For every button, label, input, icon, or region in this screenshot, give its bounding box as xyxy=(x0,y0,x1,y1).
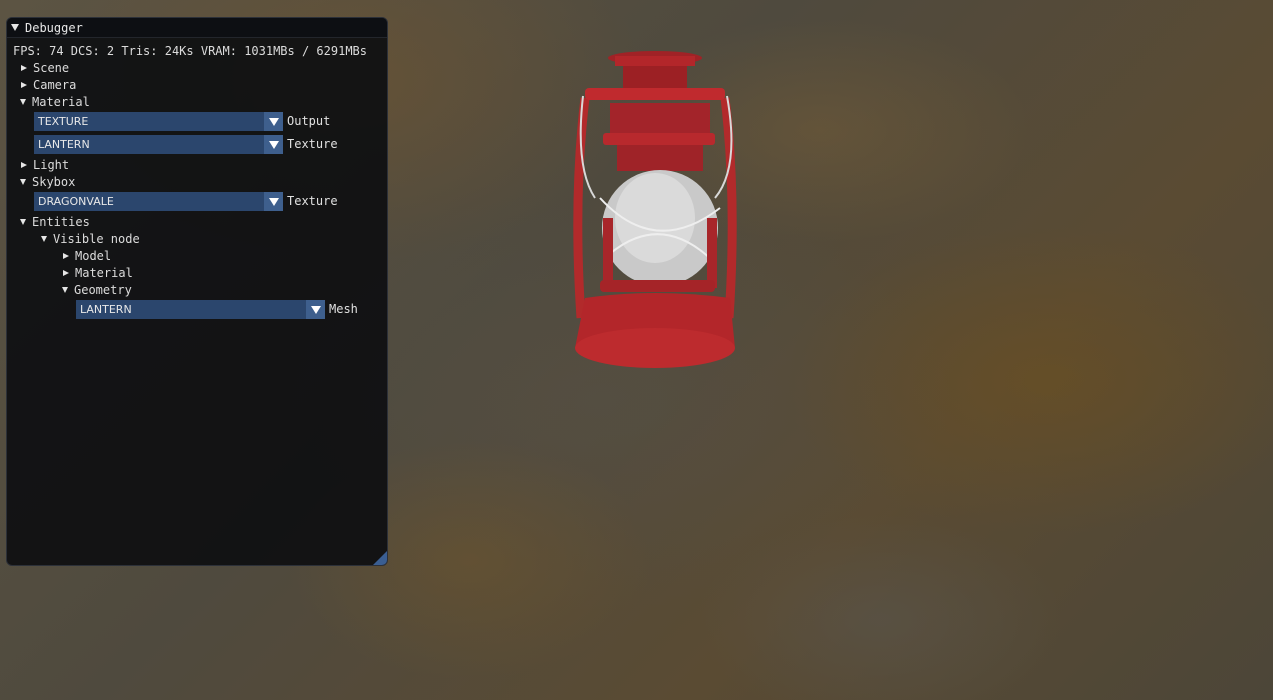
tree-node-label: Visible node xyxy=(53,231,140,246)
dropdown-arrow-icon xyxy=(268,197,279,206)
combo-value: DRAGONVALE xyxy=(38,195,114,208)
combo-value: LANTERN xyxy=(38,138,90,151)
tree-node-light[interactable]: Light xyxy=(21,156,69,173)
collapse-arrow-icon[interactable] xyxy=(11,24,19,31)
collapse-arrow-icon xyxy=(20,218,26,225)
material-output-label: Output xyxy=(287,114,331,128)
debugger-window: Debugger FPS: 74 DCS: 2 Tris: 24Ks VRAM:… xyxy=(6,17,388,566)
debugger-titlebar[interactable]: Debugger xyxy=(7,18,387,38)
combo-button[interactable] xyxy=(264,135,283,154)
tree-node-model[interactable]: Model xyxy=(63,247,111,264)
tree-node-label: Entities xyxy=(32,214,90,229)
tree-node-visible-node[interactable]: Visible node xyxy=(41,230,140,247)
geometry-mesh-combo[interactable]: LANTERN xyxy=(76,300,325,319)
tree-node-skybox[interactable]: Skybox xyxy=(20,173,75,190)
tree-node-camera[interactable]: Camera xyxy=(21,76,76,93)
expand-arrow-icon xyxy=(21,161,27,168)
lantern-model xyxy=(573,51,737,368)
collapse-arrow-icon xyxy=(62,286,68,293)
skybox-texture-combo[interactable]: DRAGONVALE xyxy=(34,192,283,211)
expand-arrow-icon xyxy=(21,81,27,88)
material-output-combo[interactable]: TEXTURE xyxy=(34,112,283,131)
combo-value: LANTERN xyxy=(80,303,132,316)
tree-node-label: Geometry xyxy=(74,282,132,297)
material-texture-label: Texture xyxy=(287,137,338,151)
tree-node-label: Material xyxy=(75,265,133,280)
collapse-arrow-icon xyxy=(20,98,26,105)
dropdown-arrow-icon xyxy=(268,117,279,126)
expand-arrow-icon xyxy=(63,252,69,259)
stats-text: FPS: 74 DCS: 2 Tris: 24Ks VRAM: 1031MBs … xyxy=(13,43,368,58)
dropdown-arrow-icon xyxy=(310,305,321,314)
expand-arrow-icon xyxy=(63,269,69,276)
tree-node-label: Skybox xyxy=(32,174,76,189)
tree-node-label: Camera xyxy=(33,77,77,92)
stats-line: FPS: 74 DCS: 2 Tris: 24Ks VRAM: 1031MBs … xyxy=(13,42,367,59)
tree-node-entities[interactable]: Entities xyxy=(20,213,90,230)
tree-node-label: Model xyxy=(75,248,112,263)
tree-node-label: Material xyxy=(32,94,90,109)
tree-node-entity-material[interactable]: Material xyxy=(63,264,133,281)
tree-node-label: Scene xyxy=(33,60,70,75)
combo-button[interactable] xyxy=(264,192,283,211)
skybox-texture-label: Texture xyxy=(287,194,338,208)
combo-button[interactable] xyxy=(264,112,283,131)
tree-node-scene[interactable]: Scene xyxy=(21,59,69,76)
tree-node-label: Light xyxy=(33,157,70,172)
dropdown-arrow-icon xyxy=(268,140,279,149)
tree-node-geometry[interactable]: Geometry xyxy=(62,281,132,298)
resize-grip-icon[interactable] xyxy=(373,551,387,565)
geometry-mesh-label: Mesh xyxy=(329,302,358,316)
tree-node-material[interactable]: Material xyxy=(20,93,90,110)
material-texture-combo[interactable]: LANTERN xyxy=(34,135,283,154)
collapse-arrow-icon xyxy=(41,235,47,242)
window-title: Debugger xyxy=(25,20,83,35)
collapse-arrow-icon xyxy=(20,178,26,185)
combo-value: TEXTURE xyxy=(38,115,89,128)
combo-button[interactable] xyxy=(306,300,325,319)
expand-arrow-icon xyxy=(21,64,27,71)
